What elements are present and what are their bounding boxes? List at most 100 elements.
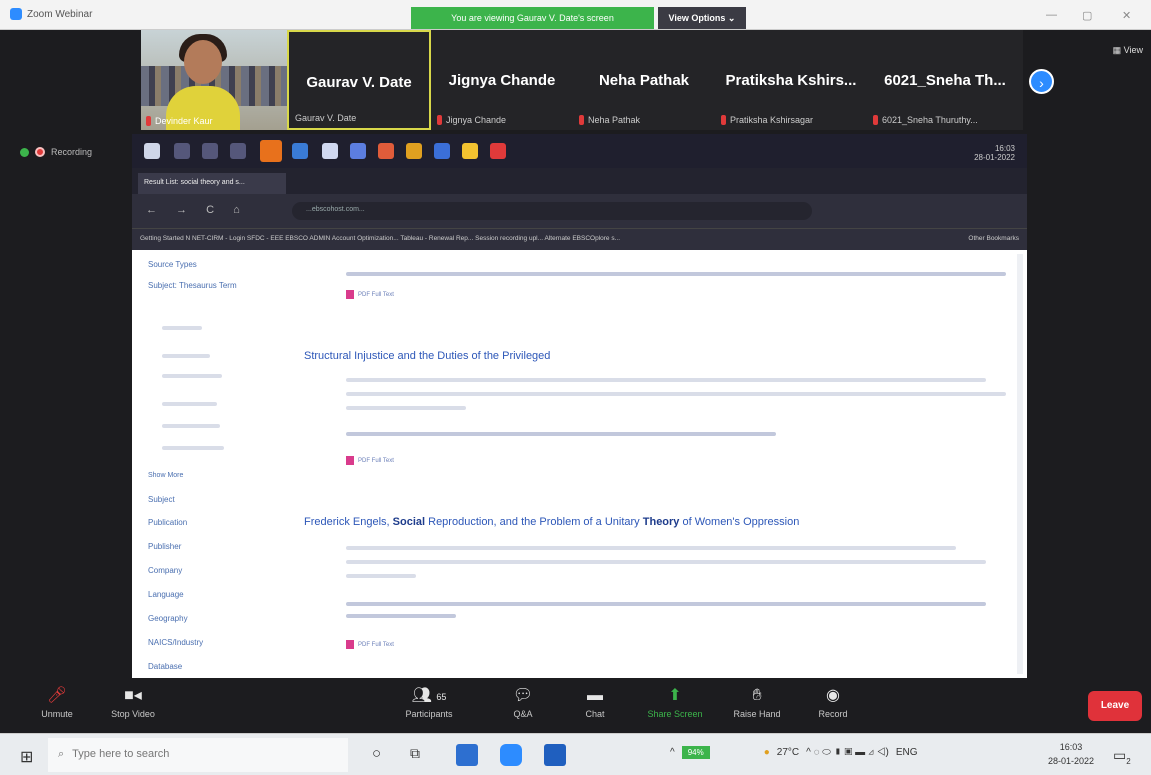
facet-item[interactable]: Publisher xyxy=(148,542,181,551)
edge-icon xyxy=(260,140,282,162)
leave-button[interactable]: Leave xyxy=(1088,691,1142,721)
language-indicator[interactable]: ENG xyxy=(896,747,918,758)
nav-buttons[interactable]: ← → C ⌂ xyxy=(146,204,248,216)
sticky-notes-icon xyxy=(462,143,478,159)
facet-item[interactable]: Company xyxy=(148,566,182,575)
cortana-icon[interactable]: ○ xyxy=(372,745,381,762)
qa-icon: 💬︎ xyxy=(512,687,534,704)
taskbar-clock[interactable]: 16:03 28-01-2022 xyxy=(1048,740,1094,768)
url-field[interactable]: ...ebscohost.com... xyxy=(292,202,812,220)
pdf-full-text-link[interactable]: PDF Full Text xyxy=(346,456,394,465)
participant-tile-pratiksha[interactable]: Pratiksha Kshirs... Pratiksha Kshirsagar xyxy=(715,30,867,130)
minimize-icon[interactable]: — xyxy=(1046,9,1057,21)
result-title[interactable]: Frederick Engels, Social Reproduction, a… xyxy=(304,516,799,528)
result-abstract xyxy=(346,546,956,550)
result-title[interactable]: Structural Injustice and the Duties of t… xyxy=(304,350,550,362)
muted-mic-icon xyxy=(579,115,584,125)
pdf-icon xyxy=(346,456,354,465)
browser-tab-bar: Result List: social theory and s... xyxy=(132,168,1027,194)
facet-option[interactable] xyxy=(162,374,222,378)
participant-tile-neha[interactable]: Neha Pathak Neha Pathak xyxy=(573,30,715,130)
word-icon[interactable] xyxy=(544,744,566,766)
browser-address-bar: ← → C ⌂ ...ebscohost.com... xyxy=(132,194,1027,228)
participant-video-devinder[interactable]: Devinder Kaur xyxy=(141,30,287,130)
taskbar-search-box[interactable]: ⌕ Type here to search xyxy=(48,738,348,772)
participant-face xyxy=(184,40,222,84)
zoom-title-bar: Zoom Webinar You are viewing Gaurav V. D… xyxy=(0,0,1151,30)
facet-item[interactable]: Database xyxy=(148,662,182,671)
participants-button[interactable]: 👥︎ 65 Participants xyxy=(394,683,464,719)
app-title: Zoom Webinar xyxy=(10,8,92,20)
facet-item[interactable]: Geography xyxy=(148,614,188,623)
facet-option[interactable] xyxy=(162,402,217,406)
shared-screen[interactable]: 16:03 28-01-2022 Result List: social theo… xyxy=(132,134,1027,682)
next-participants-button[interactable]: › xyxy=(1029,69,1054,94)
recording-icon xyxy=(35,147,45,157)
search-icon: ⌕ xyxy=(58,748,65,760)
stop-video-button[interactable]: ■◂ Stop Video xyxy=(98,683,168,719)
tray-icons[interactable]: ^ ◌ ⬭ ▮ ▣ ▬ ◿ ◁) xyxy=(806,747,889,758)
meeting-toolbar: 🎤︎ Unmute ■◂ Stop Video 👥︎ 65 Participants … xyxy=(0,678,1151,733)
temperature: 27°C xyxy=(776,747,800,758)
cortana-icon xyxy=(202,143,218,159)
facet-item[interactable]: Publication xyxy=(148,518,187,527)
share-screen-icon: ⬆ xyxy=(668,687,682,704)
browser-tab[interactable]: Result List: social theory and s... xyxy=(138,173,286,194)
participant-display-name: Pratiksha Kshirs... xyxy=(725,72,857,89)
participant-name: Devinder Kaur xyxy=(155,116,213,126)
facet-item[interactable]: NAICS/Industry xyxy=(148,638,203,647)
participants-icon: 👥︎ 65 xyxy=(411,687,447,704)
participant-tile-jignya[interactable]: Jignya Chande Jignya Chande xyxy=(431,30,573,130)
facet-option[interactable] xyxy=(162,326,202,330)
facet-option[interactable] xyxy=(162,424,220,428)
result-subjects xyxy=(346,614,456,618)
windows-start-icon[interactable]: ⊞ xyxy=(20,747,33,767)
search-icon xyxy=(174,143,190,159)
zoom-taskbar-icon[interactable] xyxy=(500,744,522,766)
tray-expand-icon[interactable]: ^ xyxy=(670,747,675,758)
facet-item[interactable]: Subject xyxy=(148,495,175,504)
notification-icon[interactable]: ▭2 xyxy=(1113,747,1131,766)
chrome-icon xyxy=(406,143,422,159)
facet-option[interactable] xyxy=(162,446,224,450)
participant-display-name: Gaurav V. Date xyxy=(306,74,412,91)
viewing-screen-banner: You are viewing Gaurav V. Date's screen xyxy=(411,7,654,29)
app-icon xyxy=(490,143,506,159)
pdf-full-text-link[interactable]: PDF Full Text xyxy=(346,290,394,299)
facet-item[interactable]: Subject: Thesaurus Term xyxy=(148,281,237,290)
chat-icon: ▬ xyxy=(587,687,603,704)
facet-item[interactable]: Source Types xyxy=(148,260,197,269)
muted-mic-icon xyxy=(146,116,151,126)
participant-name: Neha Pathak xyxy=(588,115,641,125)
result-subjects xyxy=(346,432,776,436)
battery-indicator: 94% xyxy=(681,746,710,759)
facet-item[interactable]: Language xyxy=(148,590,184,599)
facet-option[interactable] xyxy=(162,354,210,358)
close-icon[interactable]: ✕ xyxy=(1122,9,1131,22)
unmute-button[interactable]: 🎤︎ Unmute xyxy=(22,683,92,719)
page-scrollbar[interactable] xyxy=(1017,254,1023,674)
participant-tile-gaurav[interactable]: Gaurav V. Date Gaurav V. Date xyxy=(287,30,431,130)
qa-button[interactable]: 💬︎ Q&A xyxy=(488,683,558,719)
chat-button[interactable]: ▬ Chat xyxy=(560,683,630,719)
participant-display-name: Jignya Chande xyxy=(448,72,556,89)
raise-hand-button[interactable]: ✋︎ Raise Hand xyxy=(722,683,792,719)
task-view-icon xyxy=(230,143,246,159)
participant-tile-sneha[interactable]: 6021_Sneha Th... 6021_Sneha Thuruthy... xyxy=(867,30,1023,130)
show-more-link[interactable]: Show More xyxy=(148,472,183,479)
windows-taskbar: ⊞ ⌕ Type here to search ○ ⧉ ^ 94% ● 27°C … xyxy=(0,733,1151,775)
bookmarks-bar: Getting Started N NET-CIRM - Login SFDC … xyxy=(132,228,1027,250)
view-button[interactable]: ▦ View xyxy=(1113,45,1143,56)
start-icon xyxy=(144,143,160,159)
view-options-button[interactable]: View Options ⌄ xyxy=(658,7,746,29)
maximize-icon[interactable]: ▢ xyxy=(1082,9,1092,22)
record-button[interactable]: ◉ Record xyxy=(798,683,868,719)
pdf-full-text-link[interactable]: PDF Full Text xyxy=(346,640,394,649)
photos-app-icon[interactable] xyxy=(456,744,478,766)
result-subjects xyxy=(346,272,1006,276)
task-view-icon[interactable]: ⧉ xyxy=(410,745,420,762)
result-abstract xyxy=(346,560,986,564)
participant-name: Jignya Chande xyxy=(446,115,507,125)
connection-status-icon xyxy=(20,147,29,157)
share-screen-button[interactable]: ⬆ Share Screen xyxy=(640,683,710,719)
